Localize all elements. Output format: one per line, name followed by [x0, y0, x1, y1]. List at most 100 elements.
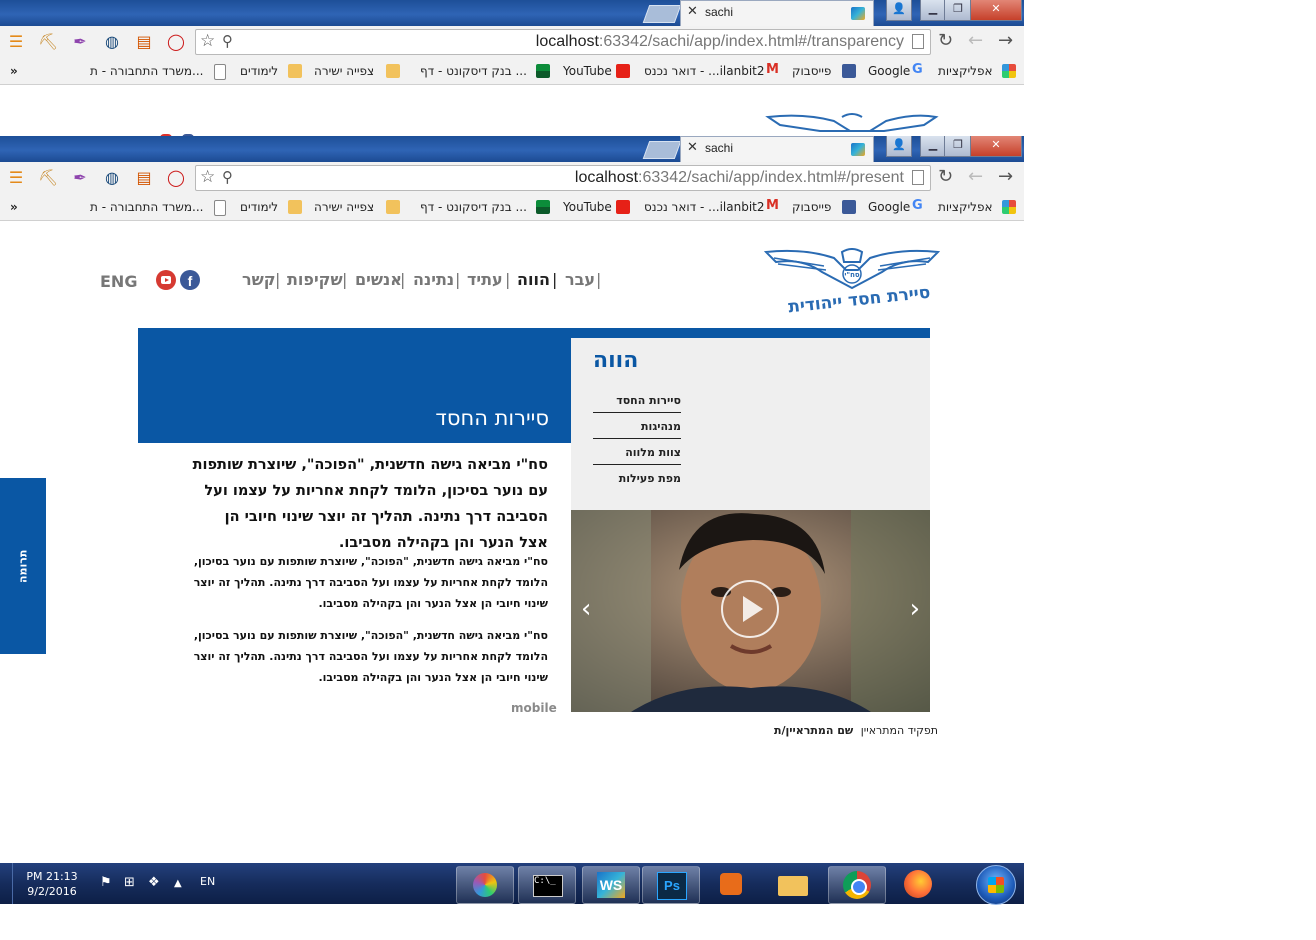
media-player-icon[interactable] [704, 866, 760, 902]
page-extension-icon[interactable]: ▤ [134, 32, 154, 52]
play-button[interactable] [721, 580, 779, 638]
bookmark-gmail[interactable]: דואר נכנס - ...ilanbit2 [644, 64, 765, 78]
bookmark-youtube[interactable]: YouTube [563, 200, 612, 214]
side-menu-item[interactable]: מנהיגות [593, 420, 681, 439]
bookmark-apps[interactable]: אפליקציות [938, 200, 993, 214]
close-window-button[interactable]: ✕ [970, 0, 1022, 21]
bookmark-transport[interactable]: משרד התחבורה - ת... [90, 64, 203, 78]
more-bookmarks-button[interactable]: » [10, 64, 18, 78]
side-menu-item[interactable]: מפת פעילות [593, 472, 681, 490]
bookmark-transport[interactable]: משרד התחבורה - ת... [90, 200, 203, 214]
bookmark-live-view[interactable]: צפייה ישירה [314, 64, 374, 78]
donate-tab[interactable]: תרומה [0, 478, 46, 654]
back-icon[interactable]: → [998, 166, 1013, 187]
webstorm-icon[interactable]: WS [582, 866, 640, 904]
page-info-icon[interactable] [912, 34, 924, 49]
new-tab-button[interactable] [642, 5, 682, 23]
back-icon[interactable]: → [998, 30, 1013, 51]
minimize-button[interactable]: ▁ [920, 0, 946, 21]
bookmark-discount-bank[interactable]: בנק דיסקונט - דף ... [420, 200, 527, 214]
nav-item-contact[interactable]: קשר [242, 270, 276, 289]
address-bar[interactable]: ☆ ⚲ localhost:63342/sachi/app/index.html… [195, 29, 931, 55]
bookmark-google[interactable]: Google [868, 64, 910, 78]
paint-icon[interactable] [456, 866, 514, 904]
bookmark-apps[interactable]: אפליקציות [938, 64, 993, 78]
firefox-icon[interactable] [890, 866, 946, 902]
menu-icon[interactable]: ☰ [6, 168, 26, 188]
maximize-button[interactable]: ❐ [944, 0, 972, 21]
bookmark-studies[interactable]: לימודים [240, 200, 278, 214]
bookmark-live-view[interactable]: צפייה ישירה [314, 200, 374, 214]
bookmark-star-icon[interactable]: ☆ [200, 167, 215, 187]
chrome-icon[interactable] [828, 866, 886, 904]
extension-icon[interactable]: ⛏ [38, 32, 58, 52]
forward-icon[interactable]: ← [968, 30, 983, 51]
pen-extension-icon[interactable]: ✒ [70, 32, 90, 52]
cmd-icon[interactable]: C:\_ [518, 866, 576, 904]
language-switch[interactable]: ENG [100, 272, 137, 291]
tray-expand-icon[interactable]: ▲ [174, 878, 182, 889]
dropbox-icon[interactable]: ❖ [148, 875, 160, 890]
minimize-button[interactable]: ▁ [920, 136, 946, 157]
extension-icon[interactable]: ⛏ [38, 168, 58, 188]
side-menu-item[interactable]: סיירות החסד [593, 394, 681, 413]
globe-extension-icon[interactable]: ◍ [102, 32, 122, 52]
youtube-icon[interactable] [156, 270, 176, 290]
windows-flag-icon[interactable]: ⊞ [124, 875, 135, 890]
body-paragraph: סח"י מביאה גישה חדשנית, "הפוכה", שיוצרת … [193, 629, 548, 684]
bookmark-facebook[interactable]: פייסבוק [792, 64, 831, 78]
bookmark-youtube[interactable]: YouTube [563, 64, 612, 78]
maximize-button[interactable]: ❐ [944, 136, 972, 157]
close-window-button[interactable]: ✕ [970, 136, 1022, 157]
slider-next-icon[interactable]: › [910, 594, 920, 624]
new-tab-button[interactable] [642, 141, 682, 159]
address-bar[interactable]: ☆ ⚲ localhost:63342/sachi/app/index.html… [195, 165, 931, 191]
nav-item-past[interactable]: עבר [565, 270, 595, 289]
close-tab-icon[interactable]: ✕ [687, 4, 698, 19]
zoom-icon[interactable]: ⚲ [222, 32, 233, 50]
more-bookmarks-button[interactable]: » [10, 200, 18, 214]
system-clock[interactable]: PM 21:13 9/2/2016 [20, 869, 84, 899]
bookmark-studies[interactable]: לימודים [240, 64, 278, 78]
nav-item-present[interactable]: הווה [517, 270, 550, 289]
language-indicator[interactable]: EN [200, 875, 215, 888]
page-info-icon[interactable] [912, 170, 924, 185]
bookmark-discount-bank[interactable]: בנק דיסקונט - דף ... [420, 64, 527, 78]
side-menu-item[interactable]: צוות מלווה [593, 446, 681, 465]
play-icon [743, 596, 763, 622]
opera-extension-icon[interactable]: ◯ [166, 32, 186, 52]
mobile-label[interactable]: mobile [511, 701, 557, 715]
page-extension-icon[interactable]: ▤ [134, 168, 154, 188]
nav-item-giving[interactable]: נתינה [413, 270, 454, 289]
bookmark-gmail[interactable]: דואר נכנס - ...ilanbit2 [644, 200, 765, 214]
nav-item-people[interactable]: אנשים [355, 270, 402, 289]
zoom-icon[interactable]: ⚲ [222, 168, 233, 186]
facebook-icon [842, 64, 856, 78]
site-logo[interactable]: סח"י סיירת חסד ייהודית [763, 248, 941, 318]
show-desktop-button[interactable] [0, 863, 13, 904]
action-center-icon[interactable]: ⚑ [100, 875, 112, 890]
slider-prev-icon[interactable]: ‹ [581, 594, 591, 624]
reload-icon[interactable]: ↻ [938, 30, 953, 51]
forward-icon[interactable]: ← [968, 166, 983, 187]
user-profile-button[interactable]: 👤 [886, 136, 912, 157]
bookmark-google[interactable]: Google [868, 200, 910, 214]
browser-tab[interactable]: ✕ sachi [680, 0, 874, 27]
reload-icon[interactable]: ↻ [938, 166, 953, 187]
video-slider[interactable]: ‹ › [571, 510, 930, 712]
start-button[interactable] [976, 865, 1016, 905]
menu-icon[interactable]: ☰ [6, 32, 26, 52]
file-explorer-icon[interactable] [766, 866, 822, 902]
globe-extension-icon[interactable]: ◍ [102, 168, 122, 188]
opera-extension-icon[interactable]: ◯ [166, 168, 186, 188]
nav-item-transparency[interactable]: שקיפות [287, 270, 343, 289]
photoshop-icon[interactable]: Ps [642, 866, 700, 904]
browser-tab[interactable]: ✕ sachi [680, 136, 874, 163]
pen-extension-icon[interactable]: ✒ [70, 168, 90, 188]
bookmark-star-icon[interactable]: ☆ [200, 31, 215, 51]
facebook-icon[interactable]: f [180, 270, 200, 290]
user-profile-button[interactable]: 👤 [886, 0, 912, 21]
close-tab-icon[interactable]: ✕ [687, 140, 698, 155]
bookmark-facebook[interactable]: פייסבוק [792, 200, 831, 214]
nav-item-future[interactable]: עתיד [467, 270, 503, 289]
